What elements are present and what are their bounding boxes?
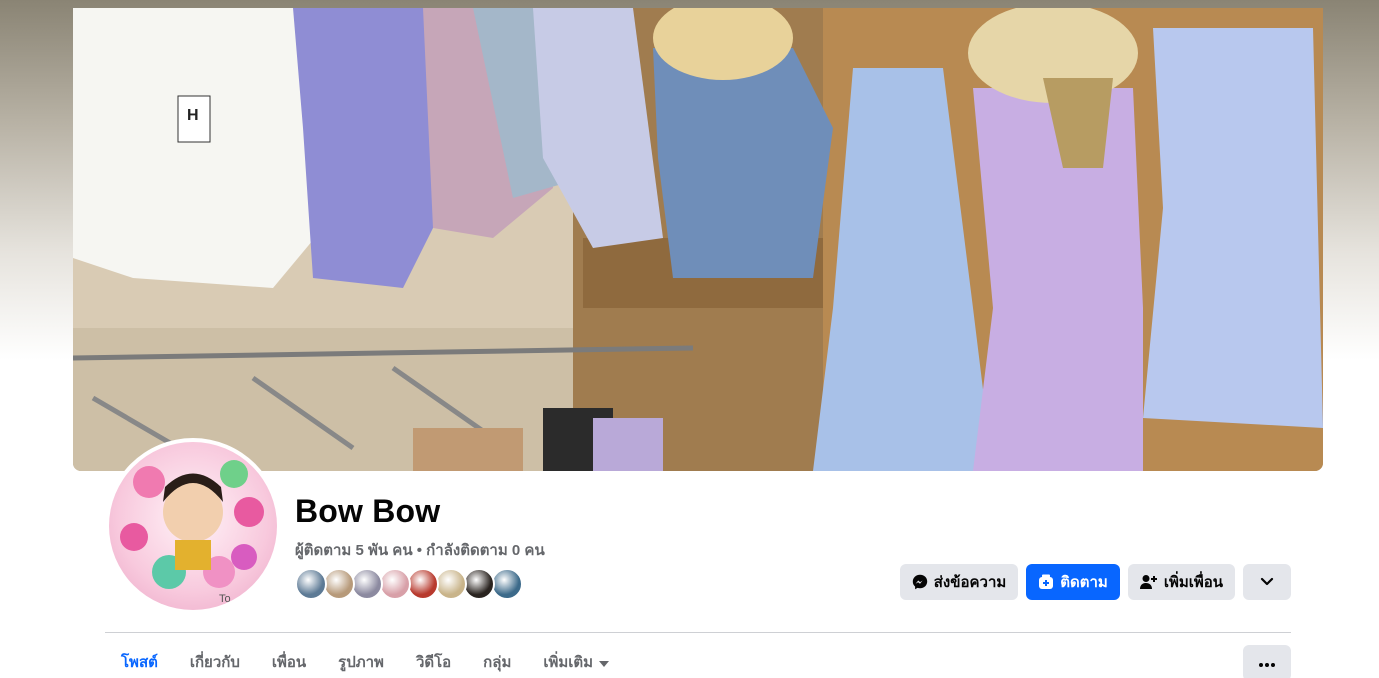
more-actions-button[interactable] xyxy=(1243,564,1291,600)
tab-videos[interactable]: วิดีโอ xyxy=(400,640,467,678)
follow-button[interactable]: ติดตาม xyxy=(1026,564,1120,600)
friend-avatar[interactable] xyxy=(295,568,327,600)
avatar-signature: To xyxy=(219,593,231,605)
add-friend-icon xyxy=(1139,574,1158,590)
tab-posts[interactable]: โพสต์ xyxy=(105,640,174,678)
follow-icon xyxy=(1038,574,1054,590)
clothing-tag-letter: H xyxy=(187,107,199,124)
tab-label: รูปภาพ xyxy=(338,654,384,671)
caret-down-icon xyxy=(599,654,610,671)
messenger-icon xyxy=(912,574,928,590)
friend-avatar[interactable] xyxy=(323,568,355,600)
tab-about[interactable]: เกี่ยวกับ xyxy=(174,640,256,678)
message-button[interactable]: ส่งข้อความ xyxy=(899,564,1019,600)
friend-avatar[interactable] xyxy=(491,568,523,600)
tab-label: เกี่ยวกับ xyxy=(189,654,240,671)
tab-label: เพื่อน xyxy=(271,654,307,671)
profile-stats[interactable]: ผู้ติดตาม 5 พัน คน • กำลังติดตาม 0 คน xyxy=(295,538,545,562)
tab-groups[interactable]: กลุ่ม xyxy=(467,640,527,678)
friend-avatar[interactable] xyxy=(379,568,411,600)
add-friend-button[interactable]: เพิ่มเพื่อน xyxy=(1127,564,1235,600)
tab-more[interactable]: เพิ่มเติม xyxy=(527,640,625,678)
profile-tabs: โพสต์ เกี่ยวกับ เพื่อน รูปภาพ วิดีโอ กลุ… xyxy=(105,640,625,678)
tab-label: โพสต์ xyxy=(121,654,158,671)
tab-photos[interactable]: รูปภาพ xyxy=(322,640,400,678)
profile-avatar[interactable]: To xyxy=(105,438,281,614)
tab-friends[interactable]: เพื่อน xyxy=(256,640,322,678)
friend-avatar[interactable] xyxy=(435,568,467,600)
tab-label: วิดีโอ xyxy=(415,654,452,671)
tabs-more-options-button[interactable] xyxy=(1243,645,1291,678)
message-button-label: ส่งข้อความ xyxy=(933,574,1007,591)
cover-photo[interactable]: H xyxy=(73,8,1323,471)
profile-actions: ส่งข้อความ ติดตาม เพิ่มเพื่อน xyxy=(899,564,1291,600)
friend-avatar[interactable] xyxy=(463,568,495,600)
profile-divider xyxy=(105,632,1291,633)
avatar-image: To xyxy=(109,442,277,610)
add-friend-button-label: เพิ่มเพื่อน xyxy=(1163,574,1223,591)
chevron-down-icon xyxy=(1260,577,1274,587)
friend-avatar[interactable] xyxy=(407,568,439,600)
profile-name: Bow Bow xyxy=(295,493,441,529)
ellipsis-icon xyxy=(1259,654,1275,672)
tab-label: กลุ่ม xyxy=(483,654,512,671)
friend-avatars[interactable] xyxy=(295,568,523,600)
tab-label: เพิ่มเติม xyxy=(543,654,594,671)
friend-avatar[interactable] xyxy=(351,568,383,600)
follow-button-label: ติดตาม xyxy=(1060,574,1108,591)
